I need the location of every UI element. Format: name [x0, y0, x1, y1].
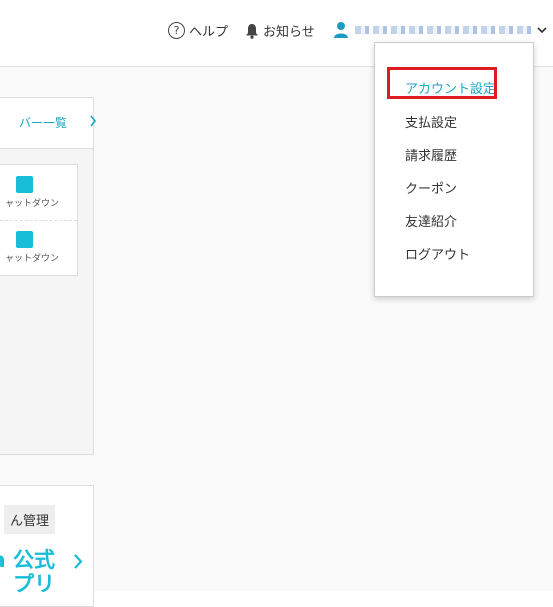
app-title[interactable]: a 公式 プリ [0, 548, 55, 596]
menu-item-billing-history[interactable]: 請求履歴 [405, 145, 457, 164]
server-status: ャットダウン [4, 199, 59, 209]
menu-item-logout[interactable]: ログアウト [405, 244, 470, 263]
user-icon [334, 22, 348, 38]
highlight-annotation [387, 67, 497, 99]
server-list: ャットダウン ャットダウン [0, 164, 78, 276]
menu-item-coupon[interactable]: クーポン [405, 178, 457, 197]
app-title-line2: プリ [13, 572, 55, 596]
menu-item-referral[interactable]: 友達紹介 [405, 211, 457, 230]
help-button[interactable]: ? ヘルプ [168, 21, 228, 40]
chevron-right-icon [90, 115, 97, 127]
server-row[interactable]: ャットダウン [0, 220, 77, 275]
user-name-redacted [355, 25, 533, 34]
help-label: ヘルプ [189, 25, 229, 40]
server-list-link[interactable]: バー一覧 [19, 114, 67, 131]
server-status: ャットダウン [4, 254, 59, 264]
chevron-down-icon [537, 26, 547, 33]
chevron-right-icon[interactable] [73, 554, 83, 569]
menu-item-payment-settings[interactable]: 支払設定 [405, 112, 457, 131]
status-square-icon [16, 231, 33, 248]
server-panel: バー一覧 ャットダウン ャットダウン [0, 97, 97, 455]
notice-label: お知らせ [263, 25, 315, 40]
server-row[interactable]: ャットダウン [0, 165, 77, 221]
app-title-line1: a 公式 [0, 548, 55, 572]
server-panel-header: バー一覧 [0, 98, 97, 149]
notice-button[interactable]: お知らせ [245, 21, 315, 40]
bell-icon [246, 23, 258, 39]
app-panel: ん管理 a 公式 プリ [0, 485, 94, 607]
question-icon: ? [168, 22, 185, 39]
manage-button[interactable]: ん管理 [3, 505, 55, 534]
status-square-icon [16, 176, 33, 193]
user-menu-button[interactable] [333, 21, 547, 38]
